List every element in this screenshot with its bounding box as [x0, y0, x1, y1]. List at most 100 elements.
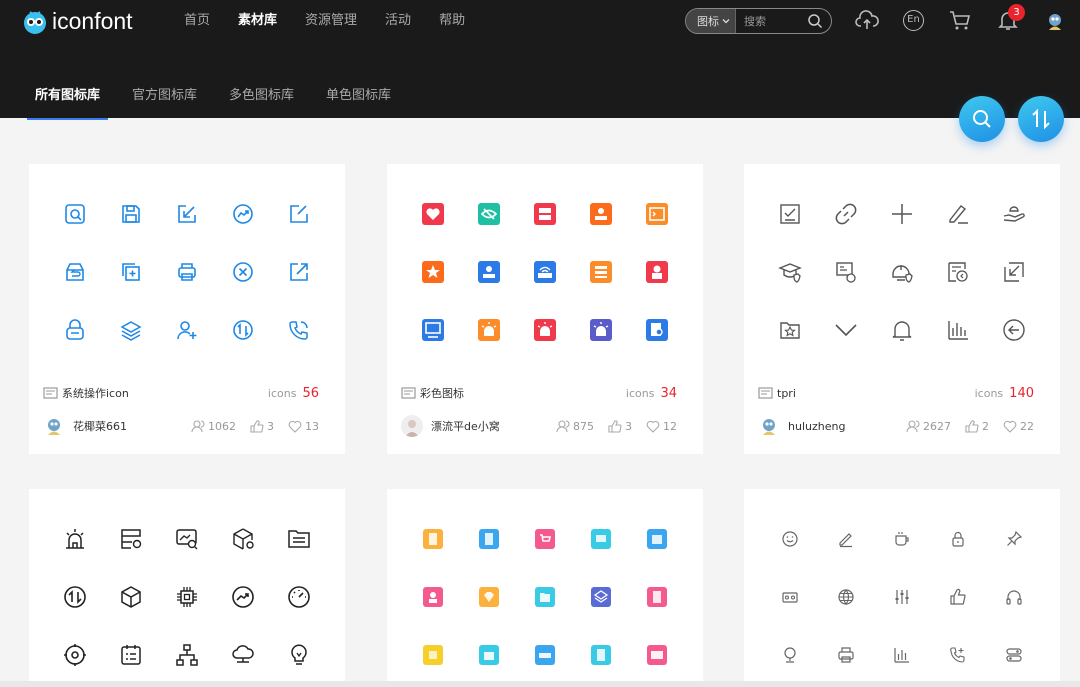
library-card[interactable] [29, 489, 345, 687]
add-user-icon [177, 321, 197, 340]
headphones-icon [1006, 590, 1022, 605]
library-card[interactable]: tpri icons 140 huluzheng 2627 2 22 [744, 164, 1060, 454]
globe-icon [838, 589, 854, 605]
avatar[interactable] [401, 415, 423, 437]
tab-official-libraries[interactable]: 官方图标库 [124, 86, 205, 120]
alarm-icon [478, 319, 500, 341]
library-name[interactable]: 系统操作icon [62, 385, 268, 401]
printer-icon [838, 647, 854, 663]
library-card[interactable]: 彩色图标 icons 34 漂流平de小窝 875 3 12 [387, 164, 703, 454]
icons-label: icons [625, 386, 655, 400]
nav-home[interactable]: 首页 [184, 12, 210, 30]
link-icon [835, 203, 857, 225]
search-input[interactable] [736, 14, 796, 28]
library-name[interactable]: tpri [777, 387, 975, 400]
thumbs-up-icon [965, 419, 979, 433]
library-icon [43, 387, 58, 399]
nav-activity[interactable]: 活动 [385, 12, 411, 30]
main-nav: 首页 素材库 资源管理 活动 帮助 [184, 12, 465, 30]
search-type-label: 图标 [697, 15, 719, 28]
followers-count: 875 [573, 419, 594, 433]
siren-icon [66, 529, 84, 549]
cloud-network-icon [232, 645, 254, 663]
calendar-list-icon [121, 645, 141, 665]
language-switch[interactable]: En [903, 10, 924, 31]
inbox-undo-icon [66, 263, 84, 281]
avatar[interactable] [43, 415, 65, 437]
pen-icon [839, 533, 852, 548]
likes-count: 2 [982, 419, 989, 433]
ticket-pink-icon [647, 645, 667, 665]
contact-icon [478, 261, 500, 283]
library-card[interactable]: 系统操作icon icons 56 花椰菜661 1062 3 13 [29, 164, 345, 454]
lightbulb-icon [291, 644, 307, 665]
doc-back-icon [948, 262, 968, 282]
owner-name[interactable]: 漂流平de小窝 [431, 418, 542, 434]
cloud-upload-icon[interactable] [855, 9, 879, 31]
id-card-icon [836, 262, 856, 283]
search-type-select[interactable]: 图标 [686, 9, 736, 33]
search-fab-button[interactable] [959, 96, 1005, 142]
heart-icon [1003, 420, 1017, 433]
owner-name[interactable]: huluzheng [788, 420, 892, 433]
nav-resources[interactable]: 资源管理 [305, 12, 357, 30]
hand-give-icon [1003, 206, 1025, 222]
cart-icon[interactable] [948, 9, 972, 31]
sort-fab-button[interactable] [1018, 96, 1064, 142]
edit-icon [290, 205, 308, 223]
user-avatar[interactable] [1044, 10, 1066, 32]
smile-icon [782, 531, 798, 547]
gauge-icon [288, 586, 310, 608]
add-copy-icon [122, 263, 140, 281]
likes-stat[interactable]: 2 [965, 420, 989, 433]
favorites-count: 13 [305, 419, 319, 433]
followers-stat: 2627 [906, 420, 951, 433]
iconfont-logo[interactable]: iconfont [22, 8, 133, 35]
nav-help[interactable]: 帮助 [439, 12, 465, 30]
likes-stat[interactable]: 3 [250, 420, 274, 433]
horizontal-scrollbar[interactable] [0, 681, 1080, 687]
search-icon[interactable] [807, 13, 823, 29]
avatar[interactable] [758, 415, 780, 437]
library-icon [401, 387, 416, 399]
cart-pink-icon [535, 529, 555, 549]
likes-count: 3 [267, 419, 274, 433]
library-owner-row: huluzheng 2627 2 22 [758, 415, 1034, 437]
terminal-icon [646, 203, 668, 225]
avatar-icon [405, 420, 419, 437]
user-lock-icon [646, 261, 668, 283]
likes-stat[interactable]: 3 [608, 420, 632, 433]
favorites-stat[interactable]: 22 [1003, 420, 1034, 433]
followers-count: 2627 [923, 419, 951, 433]
library-name[interactable]: 彩色图标 [420, 385, 626, 401]
tab-multicolor-libraries[interactable]: 多色图标库 [221, 86, 302, 120]
owner-name[interactable]: 花椰菜661 [73, 418, 177, 434]
library-card[interactable] [744, 489, 1060, 687]
iconfont-logo-icon [24, 10, 46, 34]
tab-all-libraries[interactable]: 所有图标库 [27, 86, 109, 120]
gem-orange-icon [479, 587, 499, 607]
server-icon [534, 203, 556, 225]
icon-preview-grid [762, 510, 1042, 684]
graduation-shield-icon [778, 263, 802, 283]
star-icon [422, 261, 444, 283]
gift-cyan-icon [479, 645, 499, 665]
tab-mono-libraries[interactable]: 单色图标库 [318, 86, 399, 120]
bar-chart-icon [948, 321, 968, 340]
library-card[interactable] [387, 489, 703, 687]
cassette-icon [782, 592, 798, 603]
close-circle-icon [233, 262, 253, 282]
favorites-stat[interactable]: 12 [646, 420, 677, 433]
nav-materials[interactable]: 素材库 [238, 12, 277, 30]
favorites-stat[interactable]: 13 [288, 420, 319, 433]
users-icon [191, 419, 205, 432]
pencil-icon [949, 205, 968, 224]
alarm-indigo-icon [590, 319, 612, 341]
user-card-icon [590, 203, 612, 225]
followers-stat: 875 [556, 420, 594, 433]
monitor-user-icon [422, 319, 444, 341]
lock-icon [952, 531, 964, 547]
users-icon [556, 419, 570, 432]
icons-label: icons [974, 386, 1004, 400]
avatar-icon [1049, 14, 1061, 30]
